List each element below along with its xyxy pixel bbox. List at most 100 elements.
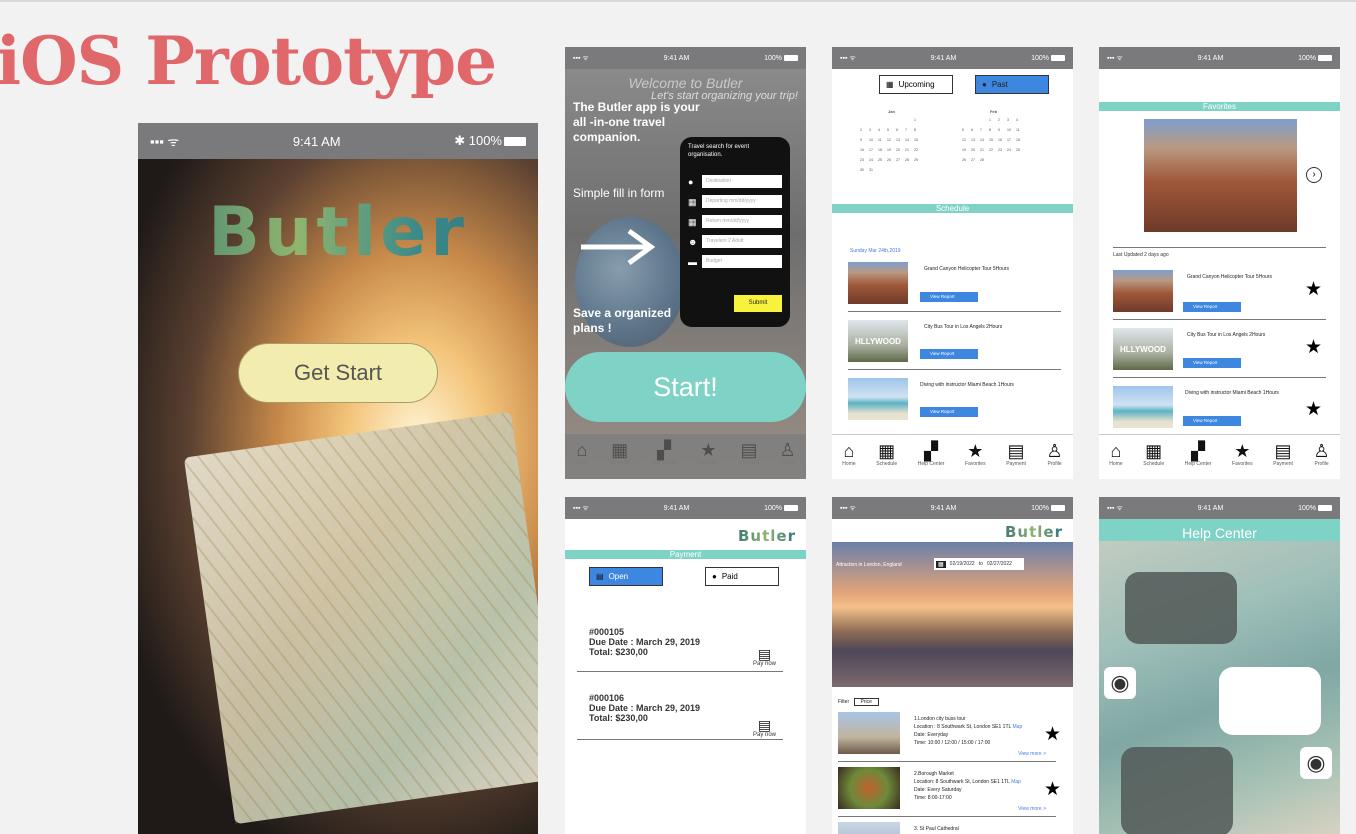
upcoming-tab[interactable]: ▦ Upcoming <box>879 75 953 94</box>
home-icon: ⌂ <box>843 441 855 461</box>
open-tab[interactable]: ▤ Open <box>589 567 663 586</box>
list-item[interactable]: Diving with instructor Miami Beach 1Hour… <box>1113 378 1326 436</box>
return-field[interactable]: ▦ Return mm/dd/yyyy <box>688 215 782 228</box>
status-time: 9:41 AM <box>663 54 690 62</box>
chevron-right-icon[interactable]: › <box>1306 167 1322 183</box>
tab-favorites[interactable]: ★ Favorites <box>698 440 719 466</box>
view-report-button[interactable]: View Report <box>920 349 978 359</box>
battery-level: 100% <box>468 133 502 148</box>
check-icon: ● <box>982 80 987 89</box>
chat-icon: ▞ <box>657 440 671 460</box>
avatar[interactable]: ◉ <box>1104 667 1136 699</box>
map-link[interactable]: Map <box>1013 724 1023 730</box>
tab-schedule[interactable]: ▦ Schedule <box>876 441 897 467</box>
arrow-right-icon <box>581 228 656 266</box>
date-range-picker[interactable]: ▦ 02/19/2022 to 02/27/2022 <box>934 558 1024 570</box>
view-report-button[interactable]: View Report <box>1183 416 1241 426</box>
budget-field[interactable]: ▬ Budget <box>688 255 782 268</box>
star-icon[interactable]: ★ <box>1044 778 1061 801</box>
paid-tab[interactable]: ● Paid <box>705 567 779 586</box>
view-more-link[interactable]: View more > <box>1018 806 1046 812</box>
section-header: Payment <box>565 550 806 559</box>
calendar-icon: ▦ <box>878 441 896 461</box>
status-time: 9:41 AM <box>1197 504 1224 512</box>
featured-image[interactable] <box>1144 119 1297 232</box>
tab-schedule[interactable]: ▦ Schedule <box>1143 441 1164 467</box>
bluetooth-icon: ✱ <box>454 133 466 148</box>
tab-payment[interactable]: ▤ Payment <box>739 440 759 466</box>
pin-icon: ● <box>688 176 694 187</box>
list-item[interactable]: 2.Borough Market Location: 8 Southwark S… <box>838 762 1061 817</box>
tab-home[interactable]: ⌂ Home <box>575 440 588 466</box>
calendar-days[interactable]: 1234 5 6 7 8 9 10 11 12 13 14 15 16 17 18 19 20 21 22 23… <box>962 118 1025 162</box>
tab-profile[interactable]: ♙ Profile <box>1047 441 1063 467</box>
list-item[interactable]: HLLYWOOD City Bus Tour in Los Angels 2Ho… <box>848 312 1061 370</box>
tab-home[interactable]: ⌂ Home <box>842 441 855 467</box>
status-time: 9:41 AM <box>292 133 341 149</box>
last-updated: Last Updated 2 days ago <box>1113 247 1326 258</box>
signal-icon: ▪▪▪ ᯤ <box>150 134 180 149</box>
battery-icon <box>1051 504 1065 511</box>
list-item[interactable]: HLLYWOOD City Bus Tour in Los Angels 2Ho… <box>1113 320 1326 378</box>
tab-favorites[interactable]: ★ Favorites <box>1232 441 1253 467</box>
tab-profile[interactable]: ♙ Profile <box>780 440 796 466</box>
status-bar: ▪▪▪ ᯤ 9:41 AM 100% <box>832 47 1073 69</box>
pay-now-button[interactable]: ▤ Pay now <box>753 718 776 738</box>
tab-help-center[interactable]: ▞ Help Center <box>651 440 678 466</box>
status-time: 9:41 AM <box>1197 54 1224 62</box>
star-icon: ★ <box>700 440 717 460</box>
status-bar: ▪▪▪ ᯤ 9:41 AM ✱ 100% <box>138 123 538 159</box>
pay-now-button[interactable]: ▤ Pay now <box>753 647 776 667</box>
wallet-icon: ▤ <box>740 440 758 460</box>
tab-schedule[interactable]: ▦ Schedule <box>609 440 630 466</box>
calendar-icon: ▦ <box>688 216 697 227</box>
view-report-button[interactable]: View Report <box>920 292 978 302</box>
view-report-button[interactable]: View Report <box>1183 302 1241 312</box>
tab-payment[interactable]: ▤ Payment <box>1273 441 1293 467</box>
star-icon[interactable]: ★ <box>1305 278 1322 301</box>
signal-icon: ▪▪▪ ᯤ <box>573 54 589 62</box>
view-more-link[interactable]: View more > <box>1018 751 1046 757</box>
travelers-field[interactable]: ☻ Travelers 2 Adult <box>688 235 782 248</box>
list-item[interactable]: 1.London city buss tour Location : 8 Sou… <box>838 707 1061 762</box>
star-icon[interactable]: ★ <box>1305 336 1322 359</box>
tab-profile[interactable]: ♙ Profile <box>1314 441 1330 467</box>
start-button[interactable]: Start! <box>565 352 806 422</box>
status-bar: ▪▪▪ ᯤ 9:41 AM 100% <box>832 497 1073 519</box>
status-time: 9:41 AM <box>930 54 957 62</box>
past-tab[interactable]: ● Past <box>975 75 1049 94</box>
filter-dropdown[interactable]: Price <box>853 698 879 706</box>
battery-icon <box>1051 54 1065 61</box>
tab-help-center[interactable]: ▞ Help Center <box>918 441 945 467</box>
welcome-text: Welcome to Butler <box>628 75 743 91</box>
get-start-button[interactable]: Get Start <box>238 343 438 403</box>
filter-bar: Filter Price <box>838 698 879 706</box>
calendar-days[interactable]: 1 2345678 9 10 11 12 13 14 15 16 17 18 19 20 21 22 2… <box>860 118 923 172</box>
map-link[interactable]: Map <box>1011 779 1021 785</box>
tab-payment[interactable]: ▤ Payment <box>1006 441 1026 467</box>
status-time: 9:41 AM <box>663 504 690 512</box>
list-item[interactable]: Grand Canyon Helicopter Tour 5Hours View… <box>848 254 1061 312</box>
list-item[interactable]: 3. St Paul Cathedral <box>838 817 1056 834</box>
tab-favorites[interactable]: ★ Favorites <box>965 441 986 467</box>
star-icon[interactable]: ★ <box>1305 398 1322 421</box>
departing-field[interactable]: ▦ Departing mm/dd/yyyy <box>688 195 782 208</box>
tab-home[interactable]: ⌂ Home <box>1109 441 1122 467</box>
invoice-item[interactable]: #000105 Due Date : March 29, 2019 Total:… <box>589 627 700 657</box>
list-item[interactable]: Grand Canyon Helicopter Tour 5Hours View… <box>1113 262 1326 320</box>
avatar[interactable]: ◉ <box>1300 747 1332 779</box>
tab-help-center[interactable]: ▞ Help Center <box>1185 441 1212 467</box>
list-item[interactable]: Diving with instructor Miami Beach 1Hour… <box>848 370 1061 428</box>
wallet-icon: ▤ <box>1274 441 1292 461</box>
thumbnail-image <box>838 822 900 834</box>
save-plans-text: Save a organized plans ! <box>573 306 672 335</box>
submit-button[interactable]: Submit <box>734 295 782 312</box>
view-report-button[interactable]: View Report <box>920 407 978 417</box>
star-icon[interactable]: ★ <box>1044 723 1061 746</box>
calendar-icon: ▦ <box>611 440 629 460</box>
form-heading: Travel search for event organisation. <box>688 144 750 158</box>
divider <box>577 671 783 672</box>
destination-field[interactable]: ● Destination <box>688 175 782 188</box>
invoice-item[interactable]: #000106 Due Date : March 29, 2019 Total:… <box>589 693 700 723</box>
view-report-button[interactable]: View Report <box>1183 358 1241 368</box>
